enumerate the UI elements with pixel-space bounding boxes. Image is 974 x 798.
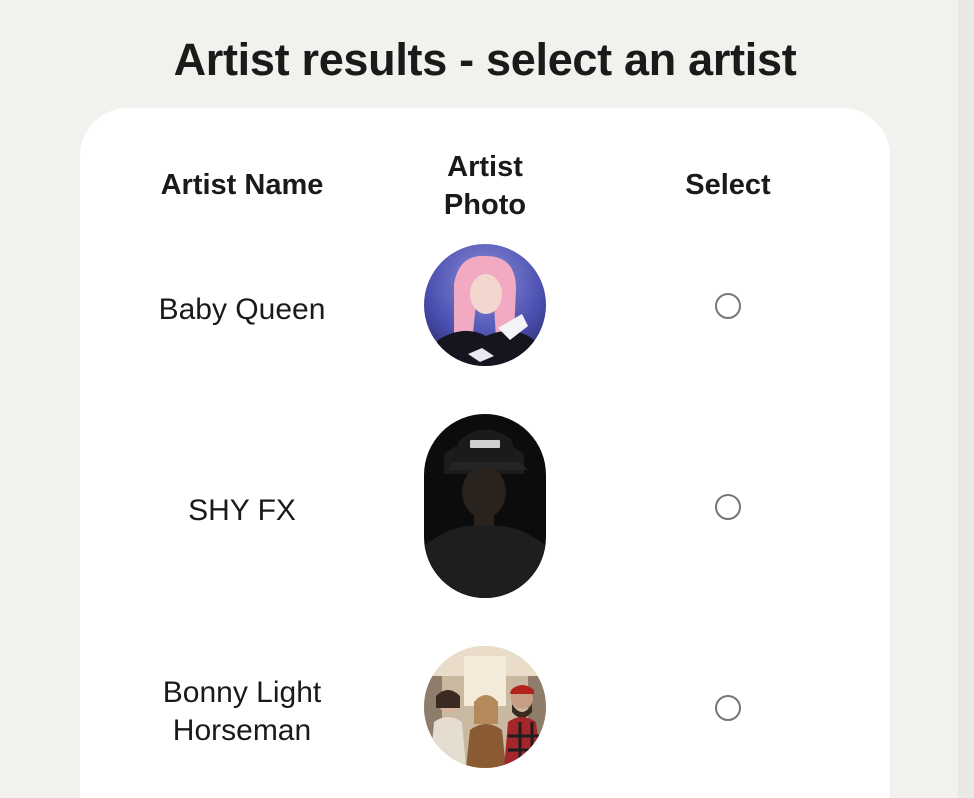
header-artist-photo-line1: Artist — [447, 151, 523, 183]
artist-photo — [424, 646, 546, 768]
artist-name: Bonny Light Horseman — [120, 674, 364, 750]
artist-name: Baby Queen — [158, 293, 326, 326]
artist-photo-cell — [364, 646, 606, 773]
artist-name-line1: Bonny Light — [162, 676, 322, 709]
artist-photo — [424, 244, 546, 366]
artist-name-line2: Horseman — [172, 714, 312, 747]
table-row: SHY FX — [80, 414, 890, 598]
baby-queen-portrait-image — [424, 244, 546, 366]
select-radio-shy-fx[interactable] — [715, 494, 741, 520]
select-radio-baby-queen[interactable] — [715, 293, 741, 319]
artist-photo-cell — [364, 244, 606, 371]
scrollbar[interactable] — [958, 0, 974, 798]
header-artist-photo: Artist Photo — [364, 148, 606, 224]
header-artist-photo-line2: Photo — [443, 189, 527, 221]
select-cell — [606, 695, 850, 726]
select-cell — [606, 494, 850, 525]
page-title: Artist results - select an artist — [173, 34, 797, 85]
header-select: Select — [685, 169, 771, 201]
table-header: Artist Name Artist Photo Select — [80, 148, 890, 228]
table-row: Bonny Light Horseman — [80, 646, 890, 770]
select-cell — [606, 293, 850, 324]
select-radio-bonny-light-horseman[interactable] — [715, 695, 741, 721]
table-row: Baby Queen — [80, 244, 890, 368]
header-artist-name: Artist Name — [160, 169, 324, 201]
artist-name: SHY FX — [188, 494, 296, 527]
artist-photo-cell — [364, 414, 606, 603]
bonny-light-horseman-group-image — [424, 646, 546, 768]
shy-fx-portrait-image — [424, 414, 546, 598]
artist-results-table: Artist Name Artist Photo Select Baby Que… — [80, 108, 890, 798]
page: Artist results - select an artist Artist… — [0, 0, 974, 798]
artist-photo — [424, 414, 546, 598]
